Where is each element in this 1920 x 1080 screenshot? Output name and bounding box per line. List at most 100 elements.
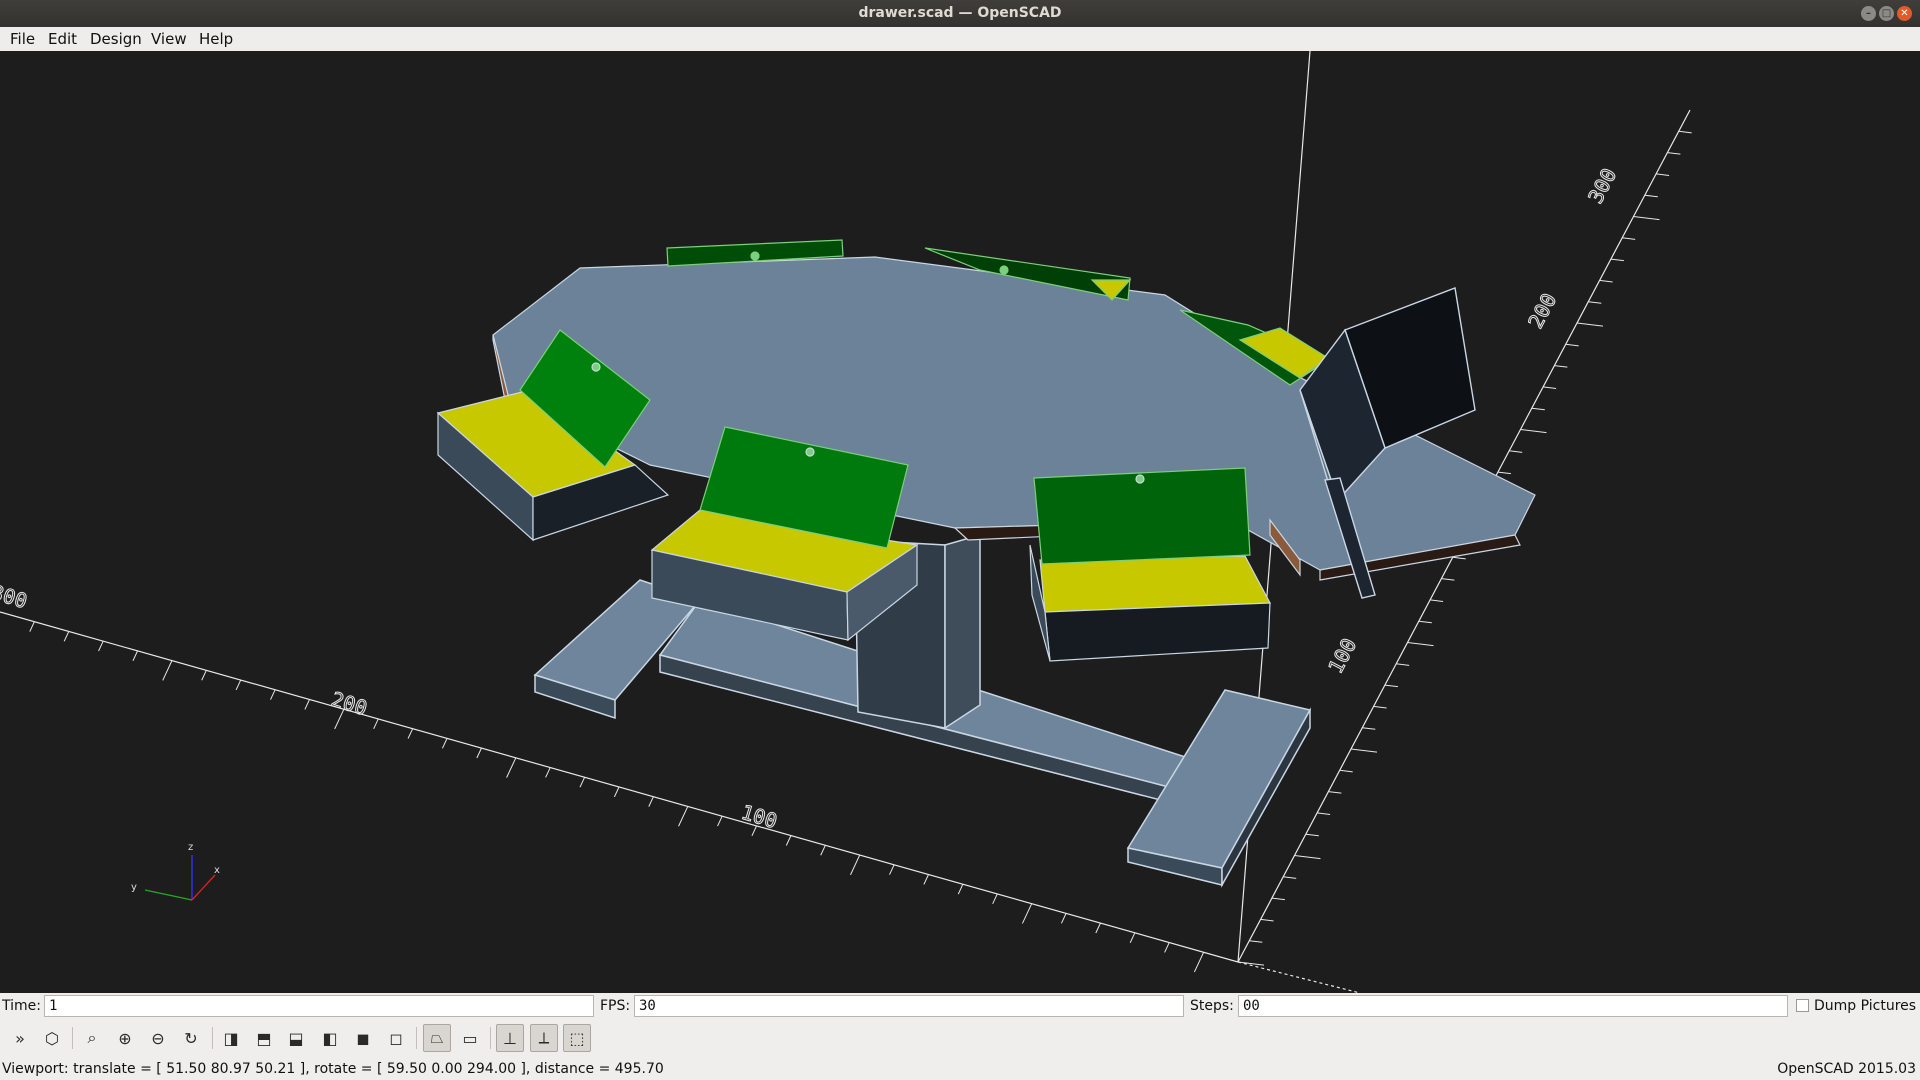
show-scale-markers-icon[interactable]: ⟂ — [530, 1024, 558, 1052]
time-input[interactable]: 1 — [44, 995, 594, 1017]
x-axis-tick — [992, 893, 998, 905]
scale-label: 100 — [1323, 634, 1361, 677]
axis-gizmo: z y x — [131, 842, 220, 901]
view-right-icon[interactable]: ◨ — [217, 1024, 245, 1052]
status-bar: Viewport: translate = [ 51.50 80.97 50.2… — [0, 1057, 1920, 1080]
show-edges-icon[interactable]: ⬚ — [563, 1024, 591, 1052]
fps-input[interactable]: 30 — [634, 995, 1184, 1017]
y-axis-tick — [1667, 152, 1681, 155]
scale-label: 300 — [0, 580, 30, 614]
x-axis-tick — [1129, 932, 1136, 943]
y-axis-tick — [1249, 940, 1263, 943]
x-axis-tick — [820, 845, 826, 856]
version-label: OpenSCAD 2015.03 — [1777, 1061, 1916, 1077]
viewport-status: Viewport: translate = [ 51.50 80.97 50.2… — [2, 1061, 664, 1077]
x-axis-tick — [613, 786, 620, 798]
drawer-right — [1029, 467, 1271, 662]
close-button[interactable]: ✕ — [1897, 6, 1912, 21]
y-axis-tick — [1328, 791, 1342, 794]
x-axis-tick — [270, 689, 276, 700]
x-axis-tick — [162, 660, 173, 681]
x-axis-tick — [648, 796, 654, 807]
steps-input[interactable]: 00 — [1238, 995, 1788, 1017]
x-axis-tick — [717, 815, 723, 827]
y-axis-tick — [1441, 578, 1455, 581]
y-axis-tick — [1622, 237, 1636, 240]
view-top-icon[interactable]: ⬒ — [250, 1024, 278, 1052]
x-axis-tick — [545, 767, 551, 778]
y-axis-tick — [1599, 279, 1613, 283]
fps-label: FPS: — [600, 998, 631, 1014]
y-axis-tick — [1305, 833, 1319, 837]
orthogonal-icon[interactable]: ▭ — [456, 1024, 484, 1052]
dump-pictures-checkbox[interactable] — [1796, 999, 1809, 1012]
x-axis-tick — [235, 679, 242, 691]
gizmo-z-label: z — [188, 842, 193, 853]
y-axis-tick — [1576, 322, 1604, 327]
x-axis-tick — [201, 670, 207, 681]
x-axis-tick — [889, 864, 895, 875]
y-axis-tick — [1610, 258, 1624, 262]
x-axis-tick — [63, 631, 70, 642]
render-icon[interactable]: ⬡ — [38, 1024, 66, 1052]
y-axis-tick — [1350, 748, 1378, 753]
x-axis-tick — [1164, 942, 1170, 953]
x-axis-tick — [29, 621, 35, 632]
scale-label: 100 — [739, 800, 781, 834]
menu-file[interactable]: File — [10, 30, 35, 48]
scene-canvas: 200 100 300 100 200 300 z y x — [0, 51, 1692, 993]
menu-help[interactable]: Help — [199, 30, 233, 48]
show-axes-icon[interactable]: ⊥ — [496, 1024, 524, 1052]
zoom-out-icon[interactable]: ⊖ — [144, 1024, 172, 1052]
dump-pictures-label: Dump Pictures — [1814, 998, 1917, 1014]
menu-edit[interactable]: Edit — [48, 30, 77, 48]
y-axis-tick — [1373, 705, 1387, 709]
y-axis-tick — [1362, 727, 1376, 730]
maximize-button[interactable]: □ — [1879, 6, 1894, 21]
reset-view-icon[interactable]: ↻ — [177, 1024, 205, 1052]
x-axis-tick — [1060, 913, 1067, 924]
x-axis-tick — [1095, 922, 1101, 934]
y-axis-tick — [1283, 876, 1297, 879]
y-axis-tick — [1497, 471, 1511, 475]
menu-bar: File Edit Design View Help — [0, 27, 1920, 51]
x-axis-tick — [441, 738, 448, 749]
y-axis-tick — [1418, 620, 1432, 624]
preview-icon[interactable]: » — [6, 1024, 34, 1052]
y-axis-tick — [1260, 918, 1274, 922]
x-axis-tick — [407, 728, 414, 739]
view-front-icon[interactable]: ◼ — [349, 1024, 377, 1052]
x-axis-tick — [850, 854, 861, 876]
x-axis-tick — [678, 806, 689, 827]
title-bar: drawer.scad — OpenSCAD – □ ✕ — [0, 0, 1920, 27]
y-axis-tick — [1430, 599, 1444, 602]
y-axis-tick — [1294, 855, 1321, 860]
x-axis-tick — [1193, 952, 1205, 973]
y-axis-tick — [1339, 769, 1353, 773]
x-axis-tick — [304, 699, 310, 710]
x-axis-tick — [476, 747, 482, 759]
menu-design[interactable]: Design — [90, 30, 142, 48]
toolbar-separator — [490, 1027, 491, 1049]
y-axis-tick — [1531, 407, 1545, 411]
y-axis-tick — [1452, 556, 1466, 560]
zoom-in-icon[interactable]: ⊕ — [111, 1024, 139, 1052]
perspective-icon[interactable]: ⏢ — [423, 1024, 451, 1052]
y-axis-tick — [1237, 961, 1265, 966]
view-all-icon[interactable]: ⌕ — [78, 1024, 106, 1052]
x-axis-negative — [1237, 961, 1361, 993]
y-axis-tick — [1656, 173, 1670, 176]
x-axis-tick — [506, 757, 517, 778]
toolbar-separator — [72, 1027, 73, 1049]
menu-view[interactable]: View — [151, 30, 187, 48]
y-axis-tick — [1509, 450, 1523, 453]
3d-viewport[interactable]: 200 100 300 100 200 300 z y x — [0, 51, 1920, 993]
y-axis-tick — [1271, 897, 1285, 901]
view-bottom-icon[interactable]: ⬓ — [282, 1024, 310, 1052]
view-left-icon[interactable]: ◧ — [316, 1024, 344, 1052]
x-axis-tick — [1021, 903, 1033, 924]
view-back-icon[interactable]: ◻ — [382, 1024, 410, 1052]
y-axis-tick — [1317, 812, 1331, 815]
gizmo-x-label: x — [214, 865, 220, 876]
minimize-button[interactable]: – — [1861, 6, 1876, 21]
